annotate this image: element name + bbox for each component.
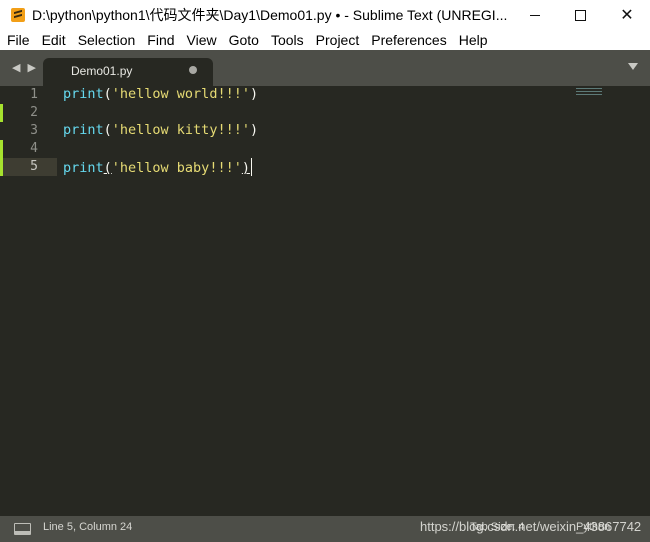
line-number: 2 xyxy=(30,105,38,120)
code-paren-close: ) xyxy=(241,160,250,176)
code-paren-open: ( xyxy=(103,122,112,138)
modified-line-marker xyxy=(0,140,3,176)
code-function: print xyxy=(63,122,104,138)
tab-label: Demo01.py xyxy=(71,64,133,78)
code-line-3[interactable]: print('hellow kitty!!!') xyxy=(63,122,258,138)
maximize-button[interactable] xyxy=(557,0,603,30)
code-function: print xyxy=(63,86,104,102)
menu-goto[interactable]: Goto xyxy=(223,32,265,48)
watermark-text: https://blog.csdn.net/weixin_43867742 xyxy=(420,519,642,534)
line-number: 1 xyxy=(30,87,38,102)
code-line-5[interactable]: print('hellow baby!!!') xyxy=(63,158,252,176)
menu-find[interactable]: Find xyxy=(141,32,180,48)
menu-bar: File Edit Selection Find View Goto Tools… xyxy=(0,30,650,50)
menu-edit[interactable]: Edit xyxy=(36,32,72,48)
panel-toggle-icon[interactable] xyxy=(14,523,31,535)
code-string: 'hellow kitty!!!' xyxy=(111,122,250,138)
line-number: 4 xyxy=(30,141,38,156)
minimap-line xyxy=(576,94,602,95)
cursor-position: Line 5, Column 24 xyxy=(43,521,133,533)
code-string: 'hellow baby!!!' xyxy=(111,160,242,176)
status-bar: Line 5, Column 24 Tab Size: 4 Python htt… xyxy=(0,516,650,542)
tab-list-dropdown-icon[interactable] xyxy=(628,63,638,70)
gutter: 1 2 3 4 5 xyxy=(0,86,48,516)
close-button[interactable]: ✕ xyxy=(604,0,650,30)
minimap-line xyxy=(576,91,602,92)
menu-file[interactable]: File xyxy=(0,32,36,48)
menu-view[interactable]: View xyxy=(181,32,223,48)
unsaved-dot-icon[interactable] xyxy=(189,66,197,74)
menu-project[interactable]: Project xyxy=(310,32,366,48)
maximize-icon xyxy=(574,9,586,21)
minimap-line xyxy=(576,88,602,89)
code-editor[interactable]: 1 2 3 4 5 print('hellow world!!!') print… xyxy=(0,86,650,516)
tab-nav-arrows-icon[interactable]: ◀ ▶ xyxy=(12,61,38,74)
title-bar: D:\python\python1\代码文件夹\Day1\Demo01.py •… xyxy=(0,0,650,30)
menu-help[interactable]: Help xyxy=(453,32,494,48)
text-caret xyxy=(250,158,252,176)
code-function: print xyxy=(63,160,104,176)
minimize-button[interactable] xyxy=(512,0,558,30)
menu-tools[interactable]: Tools xyxy=(265,32,310,48)
code-paren-close: ) xyxy=(249,86,259,102)
window-title: D:\python\python1\代码文件夹\Day1\Demo01.py •… xyxy=(32,7,508,23)
code-paren-open: ( xyxy=(103,160,112,176)
code-line-1[interactable]: print('hellow world!!!') xyxy=(63,86,258,102)
line-number: 3 xyxy=(30,123,38,138)
minimap[interactable] xyxy=(576,88,602,97)
minimize-icon xyxy=(530,14,540,16)
line-number: 5 xyxy=(30,159,38,174)
sublime-app-icon xyxy=(11,8,25,22)
modified-line-marker xyxy=(0,104,3,122)
menu-preferences[interactable]: Preferences xyxy=(365,32,452,48)
menu-selection[interactable]: Selection xyxy=(72,32,142,48)
code-paren-open: ( xyxy=(103,86,112,102)
tab-demo01[interactable]: Demo01.py xyxy=(43,58,213,86)
code-paren-close: ) xyxy=(249,122,259,138)
code-string: 'hellow world!!!' xyxy=(111,86,250,102)
close-icon: ✕ xyxy=(620,7,634,24)
tab-bar: ◀ ▶ Demo01.py xyxy=(0,50,650,86)
